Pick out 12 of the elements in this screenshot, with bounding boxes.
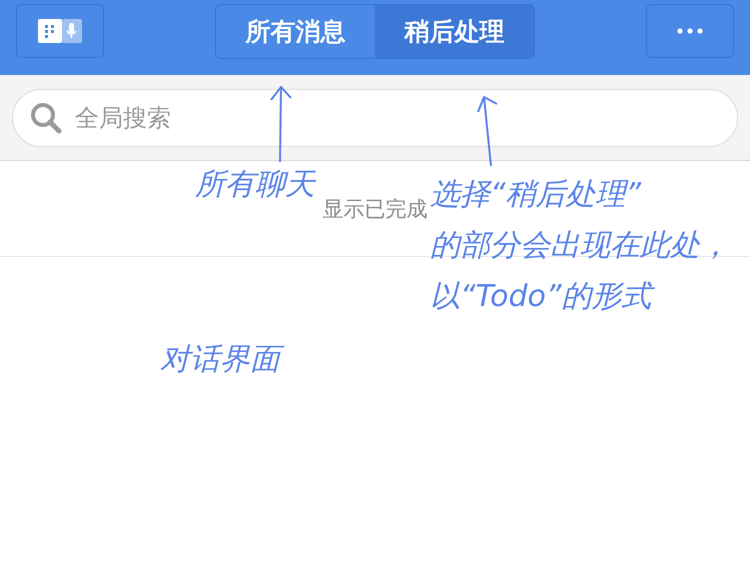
- tab[interactable]: 稍后处理: [375, 5, 534, 58]
- input-mode-button[interactable]: [16, 4, 104, 58]
- handwritten-note: 所有聊天: [195, 166, 317, 204]
- handwritten-note: 选择“稍后处理”: [430, 176, 642, 214]
- handwritten-note: 对话界面: [160, 340, 290, 379]
- handwritten-note: 的部分会出现在此处，: [430, 227, 731, 265]
- search-icon: [30, 102, 62, 134]
- more-icon: [677, 28, 703, 34]
- show-completed-link[interactable]: 显示已完成: [322, 194, 428, 222]
- search-field[interactable]: 全局搜索: [12, 89, 738, 147]
- keyboard-microphone-icon: [38, 19, 82, 43]
- handwritten-note: 以“Todo”的形式: [430, 277, 740, 316]
